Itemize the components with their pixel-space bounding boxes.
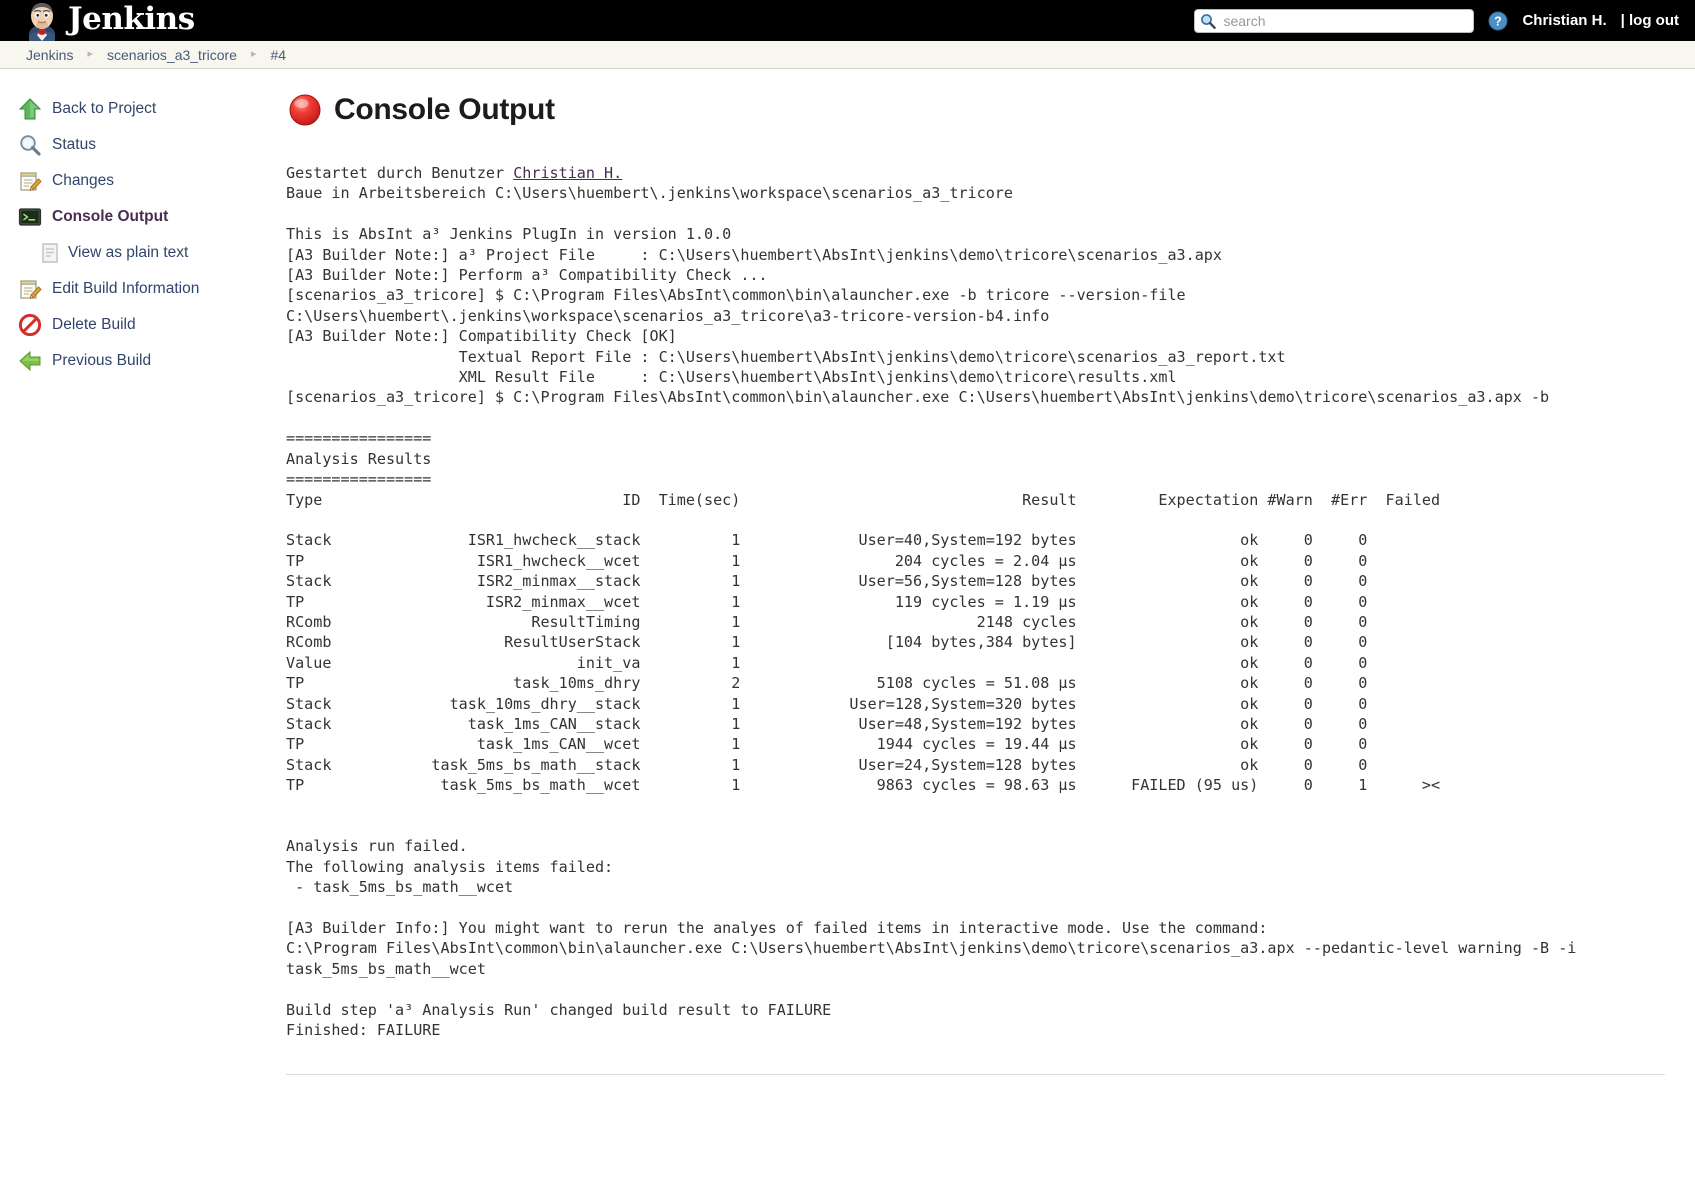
console-outro-block: Analysis run failed. The following analy… xyxy=(286,837,1577,1040)
notepad-pencil-icon xyxy=(20,172,42,192)
breadcrumb-item-project[interactable]: scenarios_a3_tricore xyxy=(103,47,241,63)
sidebar-item-edit-build-information[interactable]: Edit Build Information xyxy=(0,271,268,307)
page-title-text: Console Output xyxy=(334,93,555,126)
logout-link[interactable]: | log out xyxy=(1621,12,1679,29)
notepad-pencil-icon xyxy=(20,280,42,300)
sidebar-item-label: Previous Build xyxy=(52,352,152,369)
console-workspace-line: Baue in Arbeitsbereich C:\Users\huembert… xyxy=(286,184,1013,203)
sidebar-item-label: Back to Project xyxy=(52,100,157,117)
breadcrumb-separator-icon: ▸ xyxy=(87,48,93,60)
svg-text:?: ? xyxy=(1495,14,1503,28)
sidebar-item-label: Changes xyxy=(52,172,115,189)
sidebar-item-label: View as plain text xyxy=(68,244,189,261)
left-arrow-icon xyxy=(19,350,41,372)
sidebar: Back to Project Status Changes Console O… xyxy=(0,69,268,379)
no-entry-icon xyxy=(18,313,42,337)
header-right-group: ? Christian H. | log out xyxy=(1194,8,1679,33)
document-icon xyxy=(42,243,58,263)
breadcrumb-separator-icon: ▸ xyxy=(250,48,257,60)
console-user-link[interactable]: Christian H. xyxy=(513,164,622,182)
sidebar-item-label: Delete Build xyxy=(52,316,136,333)
console-started-by-prefix: Gestartet durch Benutzer xyxy=(286,164,514,182)
sidebar-item-label: Console Output xyxy=(52,208,169,225)
console-output-text: Gestartet durch Benutzer Christian H. Ba… xyxy=(286,163,1665,1040)
search-input[interactable] xyxy=(1194,8,1475,33)
search-box[interactable] xyxy=(1194,8,1475,33)
footer-divider xyxy=(286,1074,1665,1076)
console-intro-block: This is AbsInt a³ Jenkins PlugIn in vers… xyxy=(286,225,1550,407)
breadcrumb-item-jenkins[interactable]: Jenkins xyxy=(22,47,77,63)
magnifier-icon xyxy=(20,135,41,156)
sidebar-item-back-to-project[interactable]: Back to Project xyxy=(0,91,268,127)
brand-title: Jenkins xyxy=(68,1,195,37)
jenkins-home-link[interactable]: Jenkins xyxy=(22,1,195,41)
sidebar-item-view-as-plain-text[interactable]: View as plain text xyxy=(0,235,268,271)
breadcrumb: Jenkins ▸ scenarios_a3_tricore ▸ #4 xyxy=(0,41,1695,69)
main-content: Console Output Gestartet durch Benutzer … xyxy=(268,69,1695,1105)
jenkins-butler-logo-icon xyxy=(29,2,55,41)
sidebar-item-status[interactable]: Status xyxy=(0,127,268,163)
sidebar-item-console-output[interactable]: Console Output xyxy=(0,199,268,235)
sidebar-item-label: Edit Build Information xyxy=(52,280,200,297)
breadcrumb-item-build[interactable]: #4 xyxy=(267,47,291,63)
sidebar-item-label: Status xyxy=(52,136,96,153)
sidebar-item-changes[interactable]: Changes xyxy=(0,163,268,199)
page-title: Console Output xyxy=(286,91,1665,129)
user-name-link[interactable]: Christian H. xyxy=(1522,12,1606,29)
red-ball-failure-icon xyxy=(289,94,321,126)
terminal-icon xyxy=(18,208,42,226)
page-body: Back to Project Status Changes Console O… xyxy=(0,69,1695,1105)
up-arrow-icon xyxy=(18,98,42,120)
top-header: Jenkins ? Christian H. | log out xyxy=(0,0,1695,41)
console-results-block: ================ Analysis Results ======… xyxy=(286,429,1441,795)
sidebar-item-delete-build[interactable]: Delete Build xyxy=(0,307,268,343)
help-icon[interactable]: ? xyxy=(1488,11,1508,31)
sidebar-item-previous-build[interactable]: Previous Build xyxy=(0,343,268,379)
